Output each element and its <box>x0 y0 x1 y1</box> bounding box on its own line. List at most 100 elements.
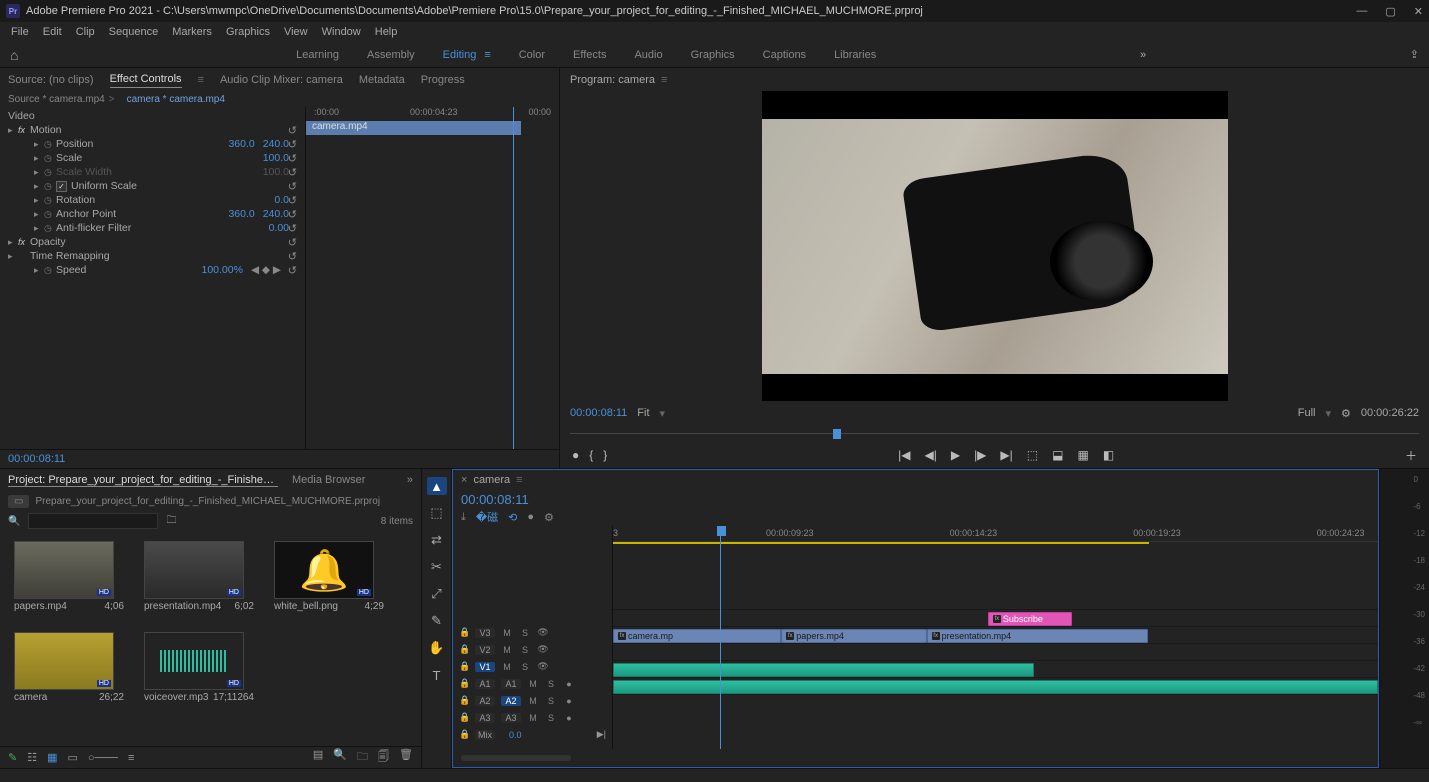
reset-icon[interactable]: ↺ <box>288 152 297 165</box>
ec-prop-value[interactable]: 0.00 <box>269 222 289 234</box>
insert-icon[interactable]: ⤓ <box>461 511 466 524</box>
toggle-output-icon[interactable]: 👁 <box>537 644 549 655</box>
timeline-ruler[interactable]: 300:00:09:2300:00:14:2300:00:19:2300:00:… <box>613 526 1378 542</box>
list-view-icon[interactable]: ☷ <box>27 751 37 764</box>
program-monitor[interactable] <box>560 91 1429 401</box>
extract-icon[interactable]: ⬓ <box>1052 448 1063 462</box>
project-tab[interactable]: Media Browser <box>292 474 365 486</box>
zoom-slider-icon[interactable]: ○─── <box>88 752 118 764</box>
solo-icon[interactable]: S <box>545 679 557 689</box>
project-thumbnail[interactable]: HD <box>144 541 244 599</box>
voiceover-icon[interactable]: ● <box>563 696 575 706</box>
toggle-output-icon[interactable]: 👁 <box>537 627 549 638</box>
fx-badge[interactable]: fx <box>18 237 30 247</box>
source-tab[interactable]: Audio Clip Mixer: camera <box>220 74 343 86</box>
program-scrubber-head[interactable] <box>833 429 841 439</box>
track-header-v3[interactable]: 🔒V3MS👁 <box>453 624 612 641</box>
ec-clip-bar[interactable]: camera.mp4 <box>306 121 521 135</box>
new-bin-footer-icon[interactable]: 🗀 <box>357 748 368 767</box>
tool-track-select[interactable]: ⬚ <box>427 504 447 522</box>
menu-markers[interactable]: Markers <box>165 26 219 38</box>
track-row[interactable] <box>613 594 1378 610</box>
stopwatch-icon[interactable]: ◷ <box>44 223 56 234</box>
reset-icon[interactable]: ↺ <box>288 194 297 207</box>
mark-in-icon[interactable]: { <box>589 448 593 462</box>
track-patch[interactable]: A1 <box>475 679 495 689</box>
ec-prop-value[interactable]: 360.0 <box>228 138 254 150</box>
play-icon[interactable]: ▶ <box>951 448 960 462</box>
mute-icon[interactable]: M <box>527 696 539 706</box>
timeline-settings-icon[interactable]: ⚙ <box>544 511 554 524</box>
clip-video[interactable]: fxpapers.mp4 <box>781 629 926 643</box>
work-area-bar[interactable] <box>613 542 1149 544</box>
mute-icon[interactable]: M <box>501 662 513 672</box>
disclosure-icon[interactable]: ▸ <box>34 139 44 150</box>
workspace-tab-audio[interactable]: Audio <box>634 47 662 63</box>
settings-icon[interactable]: ⚙ <box>1341 407 1351 420</box>
disclosure-icon[interactable]: ▸ <box>8 125 18 136</box>
reset-icon[interactable]: ↺ <box>288 208 297 221</box>
workspace-tab-learning[interactable]: Learning <box>296 47 339 63</box>
maximize-button[interactable]: ▢ <box>1385 5 1395 18</box>
program-scrubber[interactable] <box>570 427 1419 441</box>
solo-icon[interactable]: S <box>519 662 531 672</box>
track-header-v2[interactable]: 🔒V2MS👁 <box>453 641 612 658</box>
go-to-out-icon[interactable]: ▶| <box>1000 448 1012 462</box>
disclosure-icon[interactable]: ▸ <box>34 223 44 234</box>
search-icon[interactable]: 🔍 <box>8 516 20 527</box>
stopwatch-icon[interactable]: ◷ <box>44 265 56 276</box>
stopwatch-icon[interactable]: ◷ <box>44 181 56 192</box>
checkbox[interactable]: ✓ <box>56 181 67 192</box>
lock-icon[interactable]: 🔒 <box>459 627 469 638</box>
clip-video[interactable]: fxpresentation.mp4 <box>927 629 1149 643</box>
stopwatch-icon[interactable]: ◷ <box>44 139 56 150</box>
track-header-a2[interactable]: 🔒A2A2MS● <box>453 692 612 709</box>
workspace-tab-graphics[interactable]: Graphics <box>691 47 735 63</box>
ec-group-label[interactable]: Time Remapping <box>30 250 297 262</box>
project-search-input[interactable] <box>28 513 158 529</box>
timeline-timecode[interactable]: 00:00:08:11 <box>461 492 529 507</box>
menu-file[interactable]: File <box>4 26 36 38</box>
track-patch[interactable]: A3 <box>475 713 495 723</box>
home-icon[interactable]: ⌂ <box>10 47 18 63</box>
fx-badge[interactable]: fx <box>18 125 30 135</box>
reset-icon[interactable]: ↺ <box>288 222 297 235</box>
tool-ripple[interactable]: ⇄ <box>427 531 447 549</box>
solo-icon[interactable]: S <box>519 628 531 638</box>
menu-clip[interactable]: Clip <box>69 26 102 38</box>
disclosure-icon[interactable]: ▸ <box>34 195 44 206</box>
source-tab[interactable]: Metadata <box>359 74 405 86</box>
freeform-view-icon[interactable]: ▭ <box>68 751 78 764</box>
timeline-playhead[interactable] <box>720 526 721 749</box>
workspace-tab-assembly[interactable]: Assembly <box>367 47 415 63</box>
quick-export-icon[interactable]: ⇪ <box>1410 48 1419 61</box>
track-target[interactable]: A2 <box>501 696 521 706</box>
solo-icon[interactable]: S <box>545 696 557 706</box>
program-tab[interactable]: Program: camera≡ <box>560 68 1429 91</box>
fit-dropdown[interactable]: Fit <box>637 407 649 419</box>
workspace-overflow-icon[interactable]: » <box>1140 49 1146 61</box>
tool-type[interactable]: T <box>427 666 447 684</box>
ec-prop-value[interactable]: 360.0 <box>228 208 254 220</box>
ec-prop-value[interactable]: 100.0 <box>263 166 289 178</box>
project-item[interactable]: HDpresentation.mp46;02 <box>144 541 254 612</box>
source-timecode[interactable]: 00:00:08:11 <box>0 449 559 468</box>
clip-video[interactable]: fxcamera.mp <box>613 629 781 643</box>
stopwatch-icon[interactable]: ◷ <box>44 209 56 220</box>
menu-graphics[interactable]: Graphics <box>219 26 277 38</box>
source-tab[interactable]: Source: (no clips) <box>8 74 94 86</box>
lock-icon[interactable]: 🔒 <box>459 644 469 655</box>
mute-icon[interactable]: M <box>501 645 513 655</box>
project-item[interactable]: HDpapers.mp44;06 <box>14 541 124 612</box>
reset-icon[interactable]: ↺ <box>288 166 297 179</box>
stopwatch-icon[interactable]: ◷ <box>44 195 56 206</box>
export-frame-icon[interactable]: ▦ <box>1077 448 1088 462</box>
track-patch[interactable]: A2 <box>475 696 495 706</box>
mix-value[interactable]: 0.0 <box>509 730 522 740</box>
sort-icon[interactable]: ≡ <box>128 752 134 764</box>
stopwatch-icon[interactable]: ◷ <box>44 167 56 178</box>
menu-edit[interactable]: Edit <box>36 26 69 38</box>
add-marker-icon[interactable]: ● <box>572 448 579 462</box>
workspace-tab-editing[interactable]: Editing <box>443 47 477 63</box>
menu-window[interactable]: Window <box>315 26 368 38</box>
